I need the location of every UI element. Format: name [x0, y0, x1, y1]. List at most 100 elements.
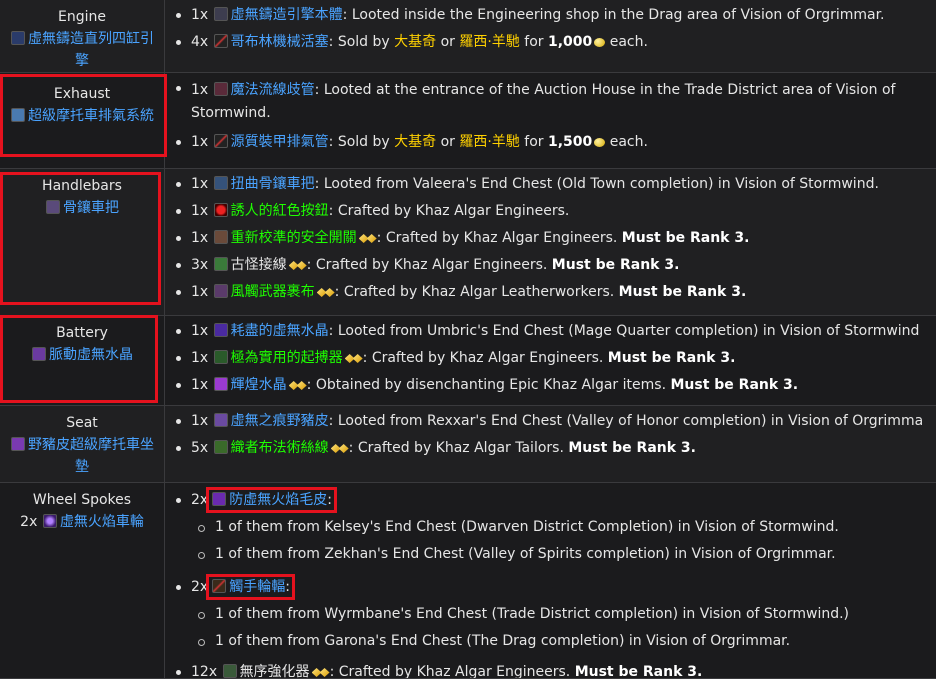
item-desc: : Sold by	[328, 34, 395, 50]
list-item: 2x 觸手輪輻: 1 of them from Wyrmbane's End Ch…	[176, 574, 936, 655]
item-desc: :	[327, 492, 332, 508]
item-link[interactable]: 輝煌水晶	[231, 377, 287, 393]
table-row: Exhaust 超級摩托車排氣系統 1x 魔法流線歧管: Looted at t…	[0, 73, 936, 169]
table-row: Handlebars 骨鑲車把 1x 扭曲骨鑲車把: Looted from V…	[0, 169, 936, 316]
enhancer-icon	[222, 664, 237, 678]
part-link[interactable]: 超級摩托車排氣系統	[28, 108, 154, 124]
quality-icon	[366, 234, 377, 243]
sub-list-item: 1 of them from Zekhan's End Chest (Valle…	[198, 541, 936, 568]
vendor-link[interactable]: 大基奇	[394, 34, 436, 50]
fur-icon	[212, 492, 227, 506]
exhaust-pipe-icon	[213, 134, 228, 148]
item-desc: : Looted at the entrance of the Auction …	[314, 82, 896, 98]
item-qty: 1x	[191, 82, 209, 98]
item-link[interactable]: 虛無鑄造引擎本體	[231, 7, 343, 23]
pacemaker-icon	[213, 350, 228, 364]
item-qty: 3x	[191, 257, 209, 273]
list-item: 1x 極為實用的起搏器: Crafted by Khaz Algar Engin…	[176, 345, 936, 372]
table-row: Engine 虛無鑄造直列四缸引擎 1x 虛無鑄造引擎本體: Looted in…	[0, 0, 936, 73]
list-item: 1x 源質裝甲排氣管: Sold by 大基奇 or 羅西·羊馳 for 1,5…	[176, 129, 936, 156]
item-qty: 1x	[191, 203, 209, 219]
slot-title: Wheel Spokes	[32, 492, 132, 508]
item-link[interactable]: 極為實用的起搏器	[231, 350, 343, 366]
item-desc: : Crafted by Khaz Algar Leatherworkers.	[334, 284, 619, 300]
item-qty: 5x	[191, 440, 209, 456]
item-qty: 1x	[191, 413, 209, 429]
materials-cell: 1x 虛無鑄造引擎本體: Looted inside the Engineeri…	[165, 0, 936, 72]
materials-cell: 1x 虛無之痕野豬皮: Looted from Rexxar's End Che…	[165, 406, 936, 482]
item-desc: : Looted inside the Engineering shop in …	[342, 7, 885, 23]
list-item: 4x 哥布林機械活塞: Sold by 大基奇 or 羅西·羊馳 for 1,0…	[176, 29, 936, 56]
item-link[interactable]: 虛無之痕野豬皮	[231, 413, 329, 429]
item-link[interactable]: 織者布法術絲線	[231, 440, 329, 456]
vendor-link[interactable]: 羅西·羊馳	[459, 34, 519, 50]
item-link[interactable]: 哥布林機械活塞	[231, 34, 329, 50]
item-desc: : Looted from Valeera's End Chest (Old T…	[314, 176, 879, 192]
parts-table: Engine 虛無鑄造直列四缸引擎 1x 虛無鑄造引擎本體: Looted in…	[0, 0, 936, 679]
list-item: 1x 重新校準的安全開關: Crafted by Khaz Algar Engi…	[176, 225, 936, 252]
item-link[interactable]: 古怪接線	[231, 257, 287, 273]
item-link[interactable]: 誘人的紅色按鈕	[231, 203, 329, 219]
item-desc: : Obtained by disenchanting Epic Khaz Al…	[306, 377, 671, 393]
item-link[interactable]: 重新校準的安全開關	[231, 230, 357, 246]
item-desc: : Crafted by Khaz Algar Tailors.	[348, 440, 569, 456]
part-link[interactable]: 虛無鑄造直列四缸引擎	[28, 31, 154, 69]
handlebar-icon	[213, 176, 228, 190]
slot-title: Handlebars	[42, 178, 122, 194]
slot-title: Battery	[56, 325, 108, 341]
part-link[interactable]: 野豬皮超級摩托車坐墊	[28, 437, 154, 475]
rank-note: Must be Rank 3.	[607, 350, 736, 366]
item-desc: or	[436, 34, 460, 50]
part-link[interactable]: 脈動虛無水晶	[49, 347, 133, 363]
slot-title: Seat	[66, 415, 98, 431]
item-link[interactable]: 源質裝甲排氣管	[231, 134, 329, 150]
piston-icon	[213, 34, 228, 48]
table-row: Wheel Spokes 2x 虛無火焰車輪 2x 防虛無火焰毛皮: 1 of t…	[0, 483, 936, 679]
item-desc: : Crafted by Khaz Algar Engineers.	[328, 203, 570, 219]
item-link[interactable]: 魔法流線歧管	[231, 82, 315, 98]
list-item: 1x 風觸武器裹布: Crafted by Khaz Algar Leather…	[176, 279, 936, 306]
highlight-box: 觸手輪輻:	[206, 574, 295, 600]
item-link[interactable]: 觸手輪輻	[229, 579, 285, 595]
item-qty: 1x	[191, 230, 209, 246]
list-item: 3x 古怪接線: Crafted by Khaz Algar Engineers…	[176, 252, 936, 279]
item-link[interactable]: 扭曲骨鑲車把	[231, 176, 315, 192]
quality-icon	[352, 354, 363, 363]
item-desc: for	[519, 134, 548, 150]
item-link[interactable]: 無序強化器	[240, 664, 310, 678]
item-link[interactable]: 風觸武器裹布	[231, 284, 315, 300]
vendor-link[interactable]: 羅西·羊馳	[459, 134, 519, 150]
list-item: 1x 虛無之痕野豬皮: Looted from Rexxar's End Che…	[176, 408, 936, 435]
item-desc: : Crafted by Khaz Algar Engineers.	[362, 350, 608, 366]
quality-icon	[338, 444, 349, 453]
vendor-link[interactable]: 大基奇	[394, 134, 436, 150]
spoke-icon	[212, 579, 227, 593]
rank-note: Must be Rank 3.	[568, 440, 696, 456]
item-qty: 1x	[191, 323, 209, 339]
crystal-icon	[32, 347, 46, 361]
item-desc: : Looted from Umbric's End Chest (Mage Q…	[328, 323, 920, 339]
crystal-icon	[213, 323, 228, 337]
materials-cell: 1x 魔法流線歧管: Looted at the entrance of the…	[165, 73, 936, 168]
price: 1,000	[547, 34, 593, 50]
slot-cell: Handlebars 骨鑲車把	[0, 169, 165, 315]
materials-cell: 1x 耗盡的虛無水晶: Looted from Umbric's End Che…	[165, 316, 936, 405]
item-qty: 1x	[191, 134, 209, 150]
item-desc: each.	[605, 134, 648, 150]
item-desc: each.	[605, 34, 648, 50]
item-desc: Stormwind.	[191, 105, 271, 121]
seat-icon	[11, 437, 25, 451]
item-link[interactable]: 耗盡的虛無水晶	[231, 323, 329, 339]
gold-coin-icon	[594, 138, 606, 147]
item-qty: 1x	[191, 377, 209, 393]
rank-note: Must be Rank 3.	[574, 664, 703, 678]
handlebar-icon	[46, 200, 60, 214]
item-link[interactable]: 防虛無火焰毛皮	[229, 492, 327, 508]
boar-hide-icon	[213, 413, 228, 427]
item-qty: 12x	[191, 664, 218, 678]
engine-block-icon	[213, 7, 228, 21]
item-qty: 4x	[191, 34, 209, 50]
part-link[interactable]: 虛無火焰車輪	[60, 514, 144, 530]
part-link[interactable]: 骨鑲車把	[63, 200, 119, 216]
highlight-box: 防虛無火焰毛皮:	[206, 487, 337, 513]
